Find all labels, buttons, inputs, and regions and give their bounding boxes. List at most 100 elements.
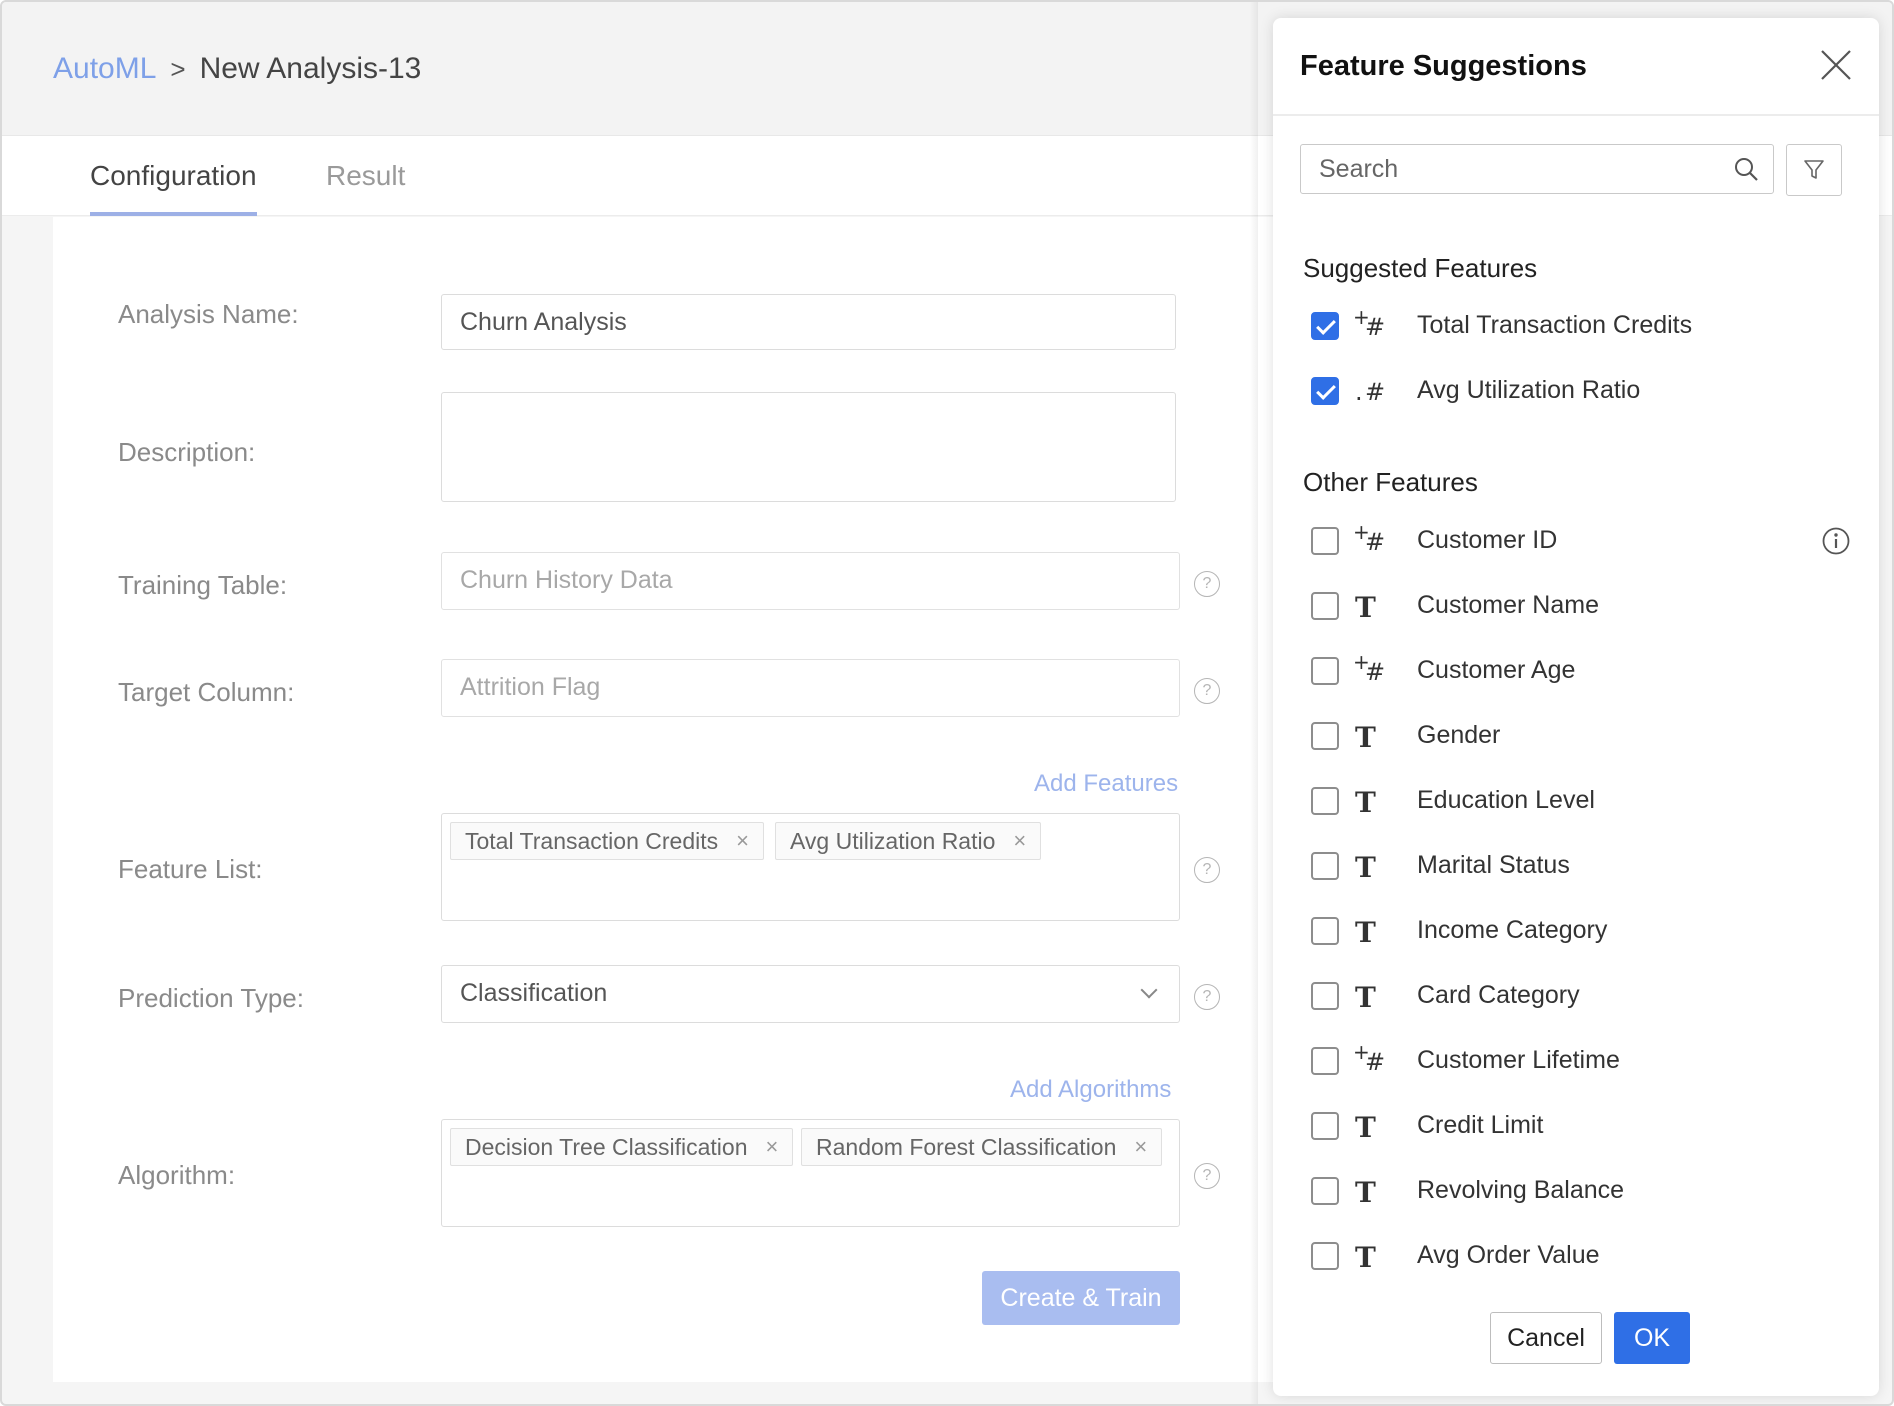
- feature-checkbox[interactable]: [1311, 377, 1339, 405]
- tab-configuration[interactable]: Configuration: [90, 160, 257, 216]
- numeric-type-icon: + #: [1353, 650, 1386, 686]
- feature-name: Total Transaction Credits: [1417, 311, 1693, 339]
- remove-chip-icon[interactable]: ×: [766, 1134, 779, 1160]
- feature-row-customer-id[interactable]: + # Customer ID: [1311, 520, 1851, 562]
- algorithm-label: Algorithm:: [118, 1160, 236, 1190]
- feature-row-total-transaction-credits[interactable]: + # Total Transaction Credits: [1311, 305, 1851, 347]
- suggested-features-heading: Suggested Features: [1303, 253, 1538, 283]
- prediction-type-help-icon[interactable]: ?: [1194, 984, 1220, 1010]
- text-type-icon: T: [1355, 1111, 1376, 1144]
- ok-button[interactable]: OK: [1614, 1312, 1690, 1364]
- feature-suggestions-panel: Feature Suggestions Suggested Features +…: [1273, 18, 1879, 1396]
- create-and-train-button[interactable]: Create & Train: [982, 1271, 1180, 1325]
- remove-chip-icon[interactable]: ×: [1134, 1134, 1147, 1160]
- feature-row-credit-limit[interactable]: T Credit Limit: [1311, 1107, 1851, 1147]
- feature-name: Card Category: [1417, 981, 1580, 1009]
- feature-row-card-category[interactable]: T Card Category: [1311, 977, 1851, 1017]
- feature-checkbox[interactable]: [1311, 657, 1339, 685]
- feature-row-customer-lifetime[interactable]: + # Customer Lifetime: [1311, 1040, 1851, 1082]
- prediction-type-value: Classification: [460, 979, 608, 1007]
- feature-row-income-category[interactable]: T Income Category: [1311, 912, 1851, 952]
- remove-chip-icon[interactable]: ×: [736, 828, 749, 854]
- feature-chip-label: Avg Utilization Ratio: [790, 827, 996, 854]
- feature-checkbox[interactable]: [1311, 917, 1339, 945]
- feature-checkbox[interactable]: [1311, 1112, 1339, 1140]
- text-type-icon: T: [1355, 981, 1376, 1014]
- feature-name: Avg Order Value: [1417, 1241, 1600, 1269]
- feature-chip-label: Total Transaction Credits: [465, 827, 719, 854]
- close-icon[interactable]: [1819, 48, 1853, 82]
- feature-checkbox[interactable]: [1311, 722, 1339, 750]
- search-icon[interactable]: [1733, 156, 1759, 182]
- prediction-type-select[interactable]: Classification: [441, 965, 1180, 1023]
- target-column-value: Attrition Flag: [460, 673, 601, 701]
- feature-checkbox[interactable]: [1311, 312, 1339, 340]
- feature-row-customer-name[interactable]: T Customer Name: [1311, 587, 1851, 627]
- feature-name: Education Level: [1417, 786, 1595, 814]
- feature-checkbox[interactable]: [1311, 592, 1339, 620]
- decimal-type-icon: . #: [1355, 378, 1386, 406]
- search-field: [1300, 144, 1774, 194]
- breadcrumb-automl-link[interactable]: AutoML: [53, 52, 156, 86]
- panel-header: Feature Suggestions: [1273, 18, 1879, 116]
- search-input[interactable]: [1301, 145, 1773, 193]
- training-table-help-icon[interactable]: ?: [1194, 571, 1220, 597]
- add-algorithms-link[interactable]: Add Algorithms: [1010, 1076, 1171, 1104]
- feature-row-gender[interactable]: T Gender: [1311, 717, 1851, 757]
- algorithm-chip: Random Forest Classification ×: [801, 1128, 1163, 1166]
- numeric-type-icon: + #: [1353, 520, 1386, 556]
- app-window: AutoML > New Analysis-13 Configuration R…: [0, 0, 1894, 1406]
- target-column-help-icon[interactable]: ?: [1194, 678, 1220, 704]
- text-type-icon: T: [1355, 851, 1376, 884]
- remove-chip-icon[interactable]: ×: [1013, 828, 1026, 854]
- feature-checkbox[interactable]: [1311, 527, 1339, 555]
- text-type-icon: T: [1355, 1176, 1376, 1209]
- algorithm-help-icon[interactable]: ?: [1194, 1163, 1220, 1189]
- feature-name: Customer Name: [1417, 591, 1599, 619]
- numeric-type-icon: + #: [1353, 305, 1386, 341]
- feature-chip: Total Transaction Credits ×: [450, 822, 764, 860]
- add-features-link[interactable]: Add Features: [1034, 770, 1178, 798]
- feature-list-field[interactable]: Total Transaction Credits × Avg Utilizat…: [441, 813, 1180, 921]
- feature-row-marital-status[interactable]: T Marital Status: [1311, 847, 1851, 887]
- feature-list-help-icon[interactable]: ?: [1194, 857, 1220, 883]
- algorithm-chip-label: Random Forest Classification: [816, 1133, 1117, 1160]
- analysis-name-input[interactable]: Churn Analysis: [441, 294, 1176, 350]
- filter-button[interactable]: [1786, 144, 1842, 196]
- training-table-value: Churn History Data: [460, 566, 673, 594]
- tab-result[interactable]: Result: [326, 160, 405, 212]
- feature-name: Credit Limit: [1417, 1111, 1544, 1139]
- feature-checkbox[interactable]: [1311, 852, 1339, 880]
- text-type-icon: T: [1355, 786, 1376, 819]
- description-textarea[interactable]: [441, 392, 1176, 502]
- feature-checkbox[interactable]: [1311, 982, 1339, 1010]
- feature-name: Income Category: [1417, 916, 1608, 944]
- target-column-label: Target Column:: [118, 677, 295, 707]
- filter-icon: [1804, 160, 1824, 179]
- feature-name: Gender: [1417, 721, 1501, 749]
- feature-row-avg-utilization-ratio[interactable]: . # Avg Utilization Ratio: [1311, 372, 1851, 412]
- text-type-icon: T: [1355, 1241, 1376, 1274]
- text-type-icon: T: [1355, 721, 1376, 754]
- feature-name: Revolving Balance: [1417, 1176, 1625, 1204]
- numeric-type-icon: + #: [1353, 1040, 1386, 1076]
- feature-name: Avg Utilization Ratio: [1417, 376, 1641, 404]
- breadcrumb-separator: >: [170, 53, 186, 84]
- algorithm-field[interactable]: Decision Tree Classification × Random Fo…: [441, 1119, 1180, 1227]
- panel-title: Feature Suggestions: [1300, 50, 1587, 82]
- feature-name: Customer Age: [1417, 656, 1576, 684]
- breadcrumb: AutoML > New Analysis-13: [53, 52, 421, 86]
- feature-row-avg-order-value[interactable]: T Avg Order Value: [1311, 1237, 1851, 1277]
- cancel-button[interactable]: Cancel: [1490, 1312, 1602, 1364]
- feature-row-customer-age[interactable]: + # Customer Age: [1311, 650, 1851, 692]
- feature-name: Customer Lifetime: [1417, 1046, 1620, 1074]
- feature-checkbox[interactable]: [1311, 787, 1339, 815]
- feature-checkbox[interactable]: [1311, 1047, 1339, 1075]
- feature-row-revolving-balance[interactable]: T Revolving Balance: [1311, 1172, 1851, 1212]
- feature-name: Marital Status: [1417, 851, 1570, 879]
- feature-checkbox[interactable]: [1311, 1177, 1339, 1205]
- feature-checkbox[interactable]: [1311, 1242, 1339, 1270]
- feature-row-education-level[interactable]: T Education Level: [1311, 782, 1851, 822]
- feature-name: Customer ID: [1417, 526, 1558, 554]
- info-icon[interactable]: [1821, 526, 1851, 556]
